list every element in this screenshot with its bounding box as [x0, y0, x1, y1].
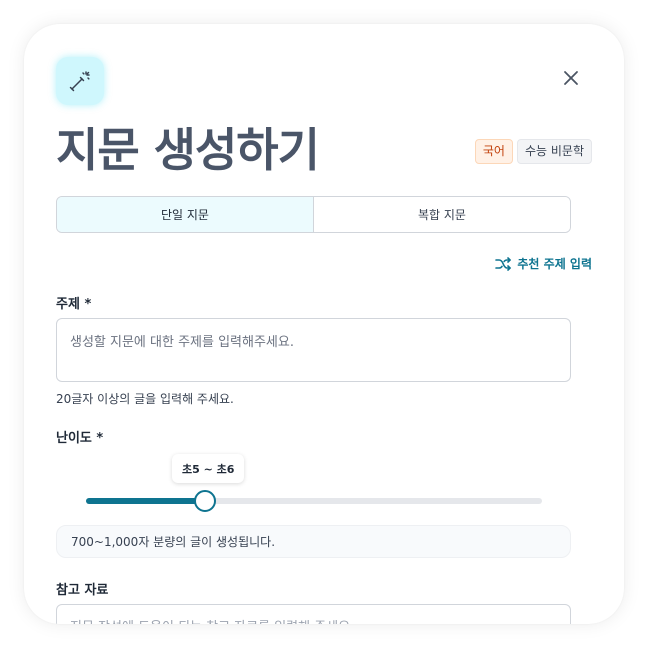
- difficulty-info: 700~1,000자 분량의 글이 생성됩니다.: [56, 525, 571, 558]
- topic-helper-text: 20글자 이상의 글을 입력해 주세요.: [56, 392, 234, 406]
- difficulty-slider-thumb[interactable]: [193, 490, 216, 512]
- difficulty-slider[interactable]: [86, 490, 542, 512]
- topic-input[interactable]: 생성할 지문에 대한 주제를 입력해주세요.: [56, 318, 571, 382]
- category-badge: 수능 비문학: [516, 139, 592, 164]
- subject-badge: 국어: [474, 139, 513, 164]
- subject-badges: 국어 수능 비문학: [474, 139, 592, 164]
- difficulty-value-tooltip: 초5 ~ 초6: [172, 454, 245, 483]
- dialog-title: 지문 생성하기: [56, 123, 320, 177]
- reference-label: 참고 자료: [56, 583, 109, 598]
- passage-type-tabs: 단일 지문 복합 지문: [56, 196, 571, 233]
- close-icon: [564, 71, 578, 85]
- shuffle-icon: [495, 256, 512, 271]
- recommend-topic-button[interactable]: 추천 주제 입력: [495, 255, 592, 272]
- difficulty-slider-fill: [86, 498, 205, 504]
- magic-wand-icon: [56, 57, 104, 105]
- topic-label: 주제 *: [56, 297, 92, 312]
- reference-input[interactable]: 지문 작성에 도움이 되는 참고 자료를 입력해 주세요.: [56, 604, 571, 624]
- tab-combined-passage[interactable]: 복합 지문: [313, 197, 570, 232]
- close-button[interactable]: [557, 64, 585, 92]
- generate-passage-dialog: 지문 생성하기 국어 수능 비문학 단일 지문 복합 지문 추천 주제 입력 주…: [24, 24, 624, 624]
- recommend-topic-label: 추천 주제 입력: [517, 257, 592, 271]
- difficulty-label: 난이도 *: [56, 431, 104, 446]
- tab-single-passage[interactable]: 단일 지문: [57, 197, 313, 232]
